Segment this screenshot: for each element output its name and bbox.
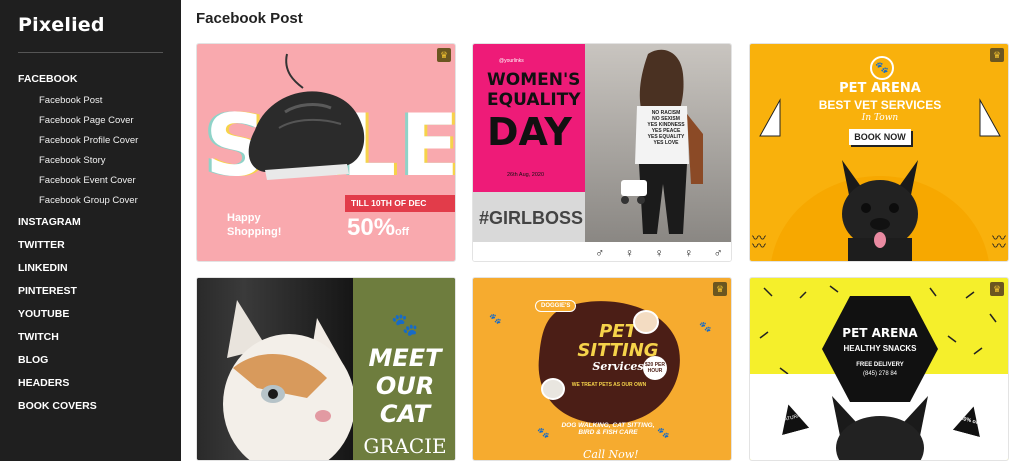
sidebar: Pixelied FACEBOOK Facebook Post Facebook… — [0, 0, 181, 461]
sidebar-subitem-facebook-page-cover[interactable]: Facebook Page Cover — [0, 111, 181, 131]
sidebar-item-twitch[interactable]: TWITCH — [0, 326, 181, 349]
call-now-text: Call Now! — [583, 448, 639, 461]
sidebar-subitem-facebook-profile-cover[interactable]: Facebook Profile Cover — [0, 131, 181, 151]
gender-symbols: ♂ ♀ ♀ ♀ ♂ — [585, 242, 731, 261]
paw-icon: 🐾 — [657, 428, 670, 439]
template-card-womens-equality[interactable]: NO RACISM NO SEXISM YES KINDNESS YES PEA… — [472, 43, 732, 262]
triangle-decoration — [759, 98, 781, 137]
sidebar-subitem-facebook-group-cover[interactable]: Facebook Group Cover — [0, 191, 181, 211]
cat-line-2: OUR — [375, 372, 435, 400]
female-symbol-icon: ♀ — [654, 245, 664, 260]
delivery-text: FREE DELIVERY — [856, 362, 904, 368]
sidebar-item-headers[interactable]: HEADERS — [0, 372, 181, 395]
dog-image — [842, 160, 918, 261]
paw-icon: 🐾 — [699, 322, 712, 333]
discount-value: 50% — [347, 214, 396, 241]
cat-line-1: MEET — [368, 344, 442, 372]
premium-crown-icon: ♛ — [990, 282, 1004, 296]
app-logo[interactable]: Pixelied — [18, 14, 105, 36]
premium-crown-icon: ♛ — [437, 48, 451, 62]
sidebar-item-instagram[interactable]: INSTAGRAM — [0, 211, 181, 234]
sidebar-item-twitter[interactable]: TWITTER — [0, 234, 181, 257]
sidebar-item-book-covers[interactable]: BOOK COVERS — [0, 395, 181, 418]
paw-icon: 🐾 — [870, 56, 894, 80]
page-title: Facebook Post — [196, 10, 303, 27]
cat-text-panel: 🐾 MEET OUR CAT GRACIE — [353, 278, 455, 460]
cat-sticker-icon — [541, 378, 565, 400]
paw-icon: 🐾 — [391, 312, 419, 337]
hashtag-panel: #GIRLBOSS — [473, 192, 585, 242]
template-card-sale[interactable]: SALE TILL 10TH OF DEC 50%off Happy Shopp… — [196, 43, 456, 262]
female-symbol-icon: ♀ — [684, 245, 694, 260]
shirt-line: YES LOVE — [653, 140, 679, 146]
sidebar-subitem-facebook-post[interactable]: Facebook Post — [0, 91, 181, 111]
script-tagline: In Town — [861, 113, 899, 123]
headline-panel: @yourlinks WOMEN'S EQUALITY DAY 26th Aug… — [473, 44, 585, 192]
main-content: Facebook Post SALE TILL 10TH OF DEC 50%o… — [181, 0, 1024, 461]
template-card-healthy-snacks[interactable]: PET ARENA HEALTHY SNACKS FREE DELIVERY (… — [749, 277, 1009, 461]
cat-sticker-icon — [633, 310, 659, 334]
snacks-headline: HEALTHY SNACKS — [843, 344, 917, 353]
premium-crown-icon: ♛ — [990, 48, 1004, 62]
discount-suffix: off — [395, 226, 410, 238]
male-symbol-icon: ♂ — [713, 245, 723, 260]
brand-name: PET ARENA — [839, 81, 921, 96]
sidebar-nav: FACEBOOK Facebook Post Facebook Page Cov… — [0, 68, 181, 418]
sidebar-item-blog[interactable]: BLOG — [0, 349, 181, 372]
sidebar-divider — [18, 52, 163, 53]
headline: WOMEN'S EQUALITY DAY — [487, 70, 581, 154]
discount-text: 50%off — [347, 214, 409, 242]
cat-name: GRACIE — [363, 434, 447, 458]
snacks-brand: PET ARENA — [842, 326, 918, 340]
dog-image — [832, 396, 928, 460]
ribbon-text: TILL 10TH OF DEC — [351, 198, 427, 208]
cat-line-3: CAT — [379, 400, 431, 428]
services-text: DOG WALKING, CAT SITTING, BIRD & FISH CA… — [561, 422, 655, 436]
sidebar-subitem-facebook-story[interactable]: Facebook Story — [0, 151, 181, 171]
event-date: 26th Aug, 2020 — [507, 172, 545, 178]
sidebar-item-pinterest[interactable]: PINTEREST — [0, 280, 181, 303]
sidebar-item-linkedin[interactable]: LINKEDIN — [0, 257, 181, 280]
headline-line-1: WOMEN'S — [487, 70, 581, 90]
footer-left — [473, 242, 585, 261]
pet-tagline: WE TREAT PETS AS OUR OWN — [571, 382, 647, 388]
headline-line-2: EQUALITY — [487, 90, 581, 110]
phone-text: (845) 278 84 — [862, 371, 898, 377]
logo-badge: DOGGIE'S — [535, 300, 577, 312]
tagline-line-1: Happy — [227, 212, 261, 224]
sneaker-image — [248, 53, 365, 180]
paw-icon: 🐾 — [489, 314, 502, 325]
sidebar-item-youtube[interactable]: YOUTUBE — [0, 303, 181, 326]
handle-text: @yourlinks — [499, 58, 524, 64]
zigzag-decoration: 〰〰 — [752, 230, 766, 254]
cat-headline: MEET OUR CAT — [353, 344, 455, 428]
price-badge: $20 PER HOUR — [643, 356, 667, 380]
male-symbol-icon: ♂ — [595, 245, 605, 260]
headline-line-3: DAY — [487, 110, 572, 154]
date-ribbon: TILL 10TH OF DEC — [345, 195, 455, 212]
tagline-line-2: Shopping! — [227, 226, 282, 238]
female-symbol-icon: ♀ — [624, 245, 634, 260]
vet-headline: BEST VET SERVICES — [818, 98, 942, 112]
hashtag-text: #GIRLBOSS — [479, 208, 584, 228]
template-card-pet-sitting[interactable]: DOGGIE'S PET SITTING Services $20 PER HO… — [472, 277, 732, 461]
premium-crown-icon: ♛ — [713, 282, 727, 296]
paw-icon: 🐾 — [537, 428, 550, 439]
triangle-decoration — [979, 98, 1001, 137]
cat-image — [223, 300, 353, 460]
sidebar-item-facebook[interactable]: FACEBOOK — [0, 68, 181, 91]
template-card-vet-services[interactable]: 🐾 PET ARENA BEST VET SERVICES In Town BO… — [749, 43, 1009, 262]
tagline: Happy Shopping! — [227, 211, 281, 239]
template-card-meet-our-cat[interactable]: 🐾 MEET OUR CAT GRACIE — [196, 277, 456, 461]
sidebar-subitem-facebook-event-cover[interactable]: Facebook Event Cover — [0, 171, 181, 191]
zigzag-decoration: 〰〰 — [992, 230, 1006, 254]
shirt-text: NO RACISM NO SEXISM YES KINDNESS YES PEA… — [641, 110, 691, 146]
book-now-button: BOOK NOW — [849, 129, 911, 145]
